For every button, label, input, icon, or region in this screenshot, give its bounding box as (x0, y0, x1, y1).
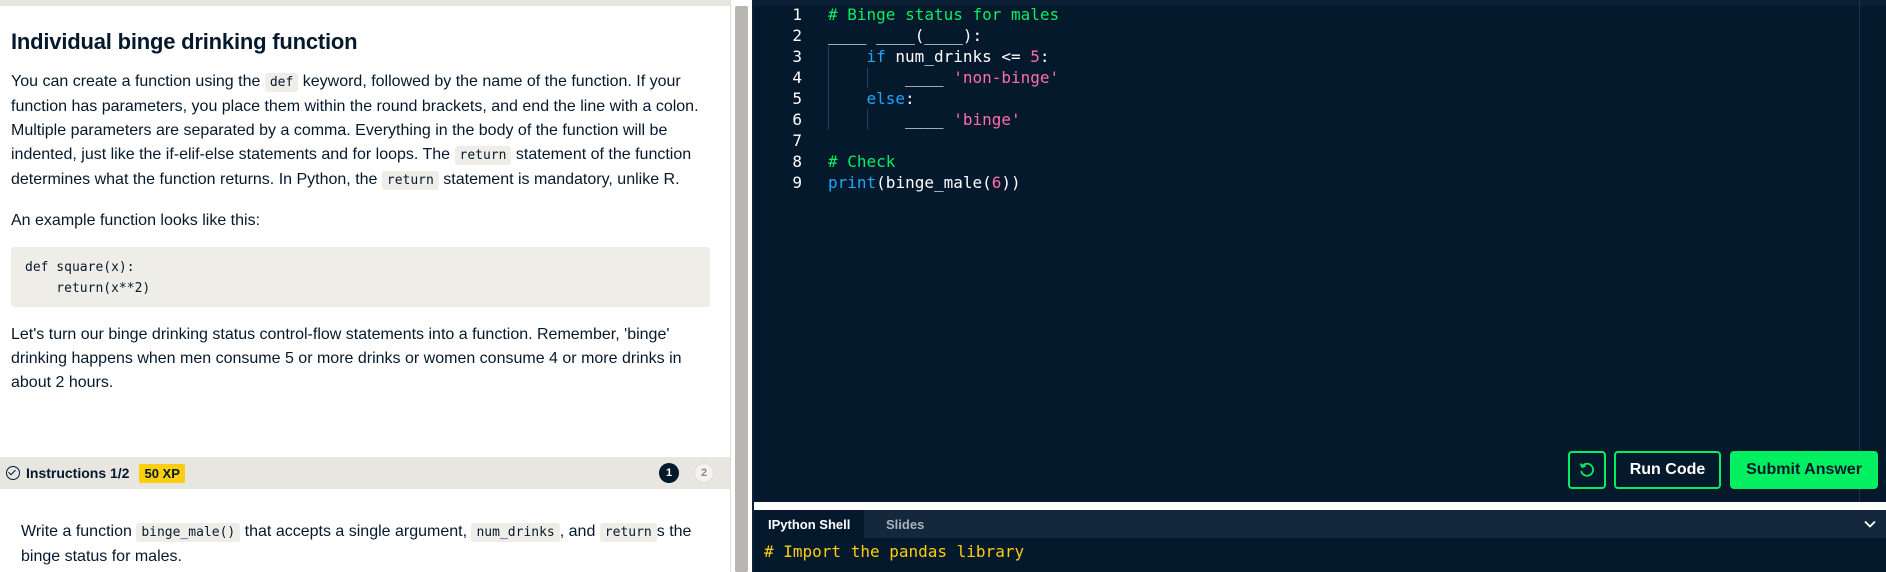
instructions-header: Instructions 1/2 50 XP 1 2 (0, 457, 730, 489)
code-line[interactable]: 4 ____ 'non-binge' (754, 67, 1854, 88)
code-token: ____ (905, 68, 954, 87)
line-number: 9 (792, 173, 802, 192)
scrollbar-thumb[interactable] (735, 6, 748, 572)
code-line[interactable]: 7 (754, 130, 1854, 151)
inline-code: return (599, 523, 657, 542)
code-line-text: # Binge status for males (828, 4, 1059, 25)
code-token: ____ (905, 110, 954, 129)
ipython-shell[interactable]: # Import the pandas library (754, 538, 1886, 572)
code-token: else (866, 89, 906, 108)
instruction-step-1[interactable]: 1 (659, 463, 679, 483)
exercise-title: Individual binge drinking function (11, 29, 358, 54)
code-line-text: ____ 'non-binge' (905, 67, 1059, 88)
code-line-text: if num_drinks <= 5: (867, 46, 1050, 67)
line-number: 1 (792, 5, 802, 24)
line-number: 6 (792, 110, 802, 129)
inline-code: def (264, 73, 299, 92)
exercise-paragraph-1: You can create a function using the def … (11, 70, 711, 193)
panel-top-bar (0, 0, 730, 6)
code-token: num_drinks <= (885, 47, 1031, 66)
code-token: # Check (828, 152, 896, 171)
text-run: statement is mandatory, unlike R. (438, 171, 680, 188)
code-line[interactable]: 1 # Binge status for males (754, 4, 1854, 25)
exercise-scrollbar[interactable] (730, 0, 752, 572)
code-token: # Binge status for males (828, 5, 1060, 24)
code-line[interactable]: 3 if num_drinks <= 5: (754, 46, 1854, 67)
inline-code: binge_male() (136, 523, 241, 542)
line-number: 3 (792, 47, 802, 66)
submit-answer-button[interactable]: Submit Answer (1730, 451, 1878, 489)
code-lines[interactable]: 1 # Binge status for males 2 ____ ____(____… (754, 4, 1854, 193)
check-circle-icon (6, 466, 20, 480)
line-number: 7 (792, 131, 802, 150)
line-number: 5 (792, 89, 802, 108)
inline-code: num_drinks (471, 523, 560, 542)
code-token: 6 (991, 173, 1002, 192)
line-number: 2 (792, 26, 802, 45)
code-line[interactable]: 8 # Check (754, 151, 1854, 172)
code-token: : (1039, 47, 1050, 66)
run-code-button[interactable]: Run Code (1614, 451, 1721, 489)
reset-icon (1579, 462, 1594, 477)
shell-separator (754, 502, 1886, 510)
exercise-paragraph-3: Let's turn our binge drinking status con… (11, 326, 682, 391)
indent-guide (828, 46, 829, 67)
code-token: )) (1001, 173, 1021, 192)
code-token: : (905, 89, 915, 108)
code-line-text: print(binge_male(6)) (828, 172, 1021, 193)
exercise-content: Individual binge drinking function You c… (11, 24, 711, 395)
code-line-text: ____ ____(____): (828, 25, 982, 46)
indent-guide (828, 88, 829, 109)
instructions-label: Instructions 1/2 (26, 465, 130, 481)
text-run: You can create a function using the (11, 73, 265, 90)
collapse-shell-button[interactable] (1854, 510, 1886, 538)
code-token: 'non-binge' (953, 68, 1060, 87)
code-line-text: else: (867, 88, 915, 109)
code-line[interactable]: 6 ____ 'binge' (754, 109, 1854, 130)
text-run: , and (559, 523, 600, 540)
code-line[interactable]: 9 print(binge_male(6)) (754, 172, 1854, 193)
indent-guide (866, 109, 868, 130)
code-token: 'binge' (953, 110, 1021, 129)
indent-guide (828, 67, 829, 88)
tab-ipython-shell[interactable]: IPython Shell (754, 510, 865, 538)
inline-code: return (381, 171, 439, 190)
shell-output-line: # Import the pandas library (764, 542, 1025, 561)
tab-slides[interactable]: Slides (874, 510, 936, 538)
exercise-paragraph-2: An example function looks like this: (11, 212, 261, 229)
instruction-text: Write a function binge_male() that accep… (21, 520, 711, 569)
code-line[interactable]: 5 else: (754, 88, 1854, 109)
code-token: ____ ____(____): (828, 26, 983, 45)
code-token: if (866, 47, 886, 66)
text-run: Write a function (21, 523, 137, 540)
line-number: 8 (792, 152, 802, 171)
code-editor[interactable]: 1 # Binge status for males 2 ____ ____(____… (754, 0, 1886, 502)
shell-tab-bar: IPython Shell Slides (754, 510, 1886, 538)
editor-scrollbar-track (1859, 0, 1860, 502)
indent-guide (866, 67, 868, 88)
code-line[interactable]: 2 ____ ____(____): (754, 25, 1854, 46)
reset-code-button[interactable] (1568, 451, 1606, 489)
example-code-block: def square(x): return(x**2) (11, 247, 710, 307)
xp-badge: 50 XP (139, 463, 185, 483)
code-token: (binge_male( (876, 173, 992, 192)
code-token: 5 (1030, 47, 1040, 66)
instruction-step-2[interactable]: 2 (694, 463, 714, 483)
chevron-down-icon (1864, 520, 1876, 528)
code-line-text: ____ 'binge' (905, 109, 1021, 130)
exercise-panel: Individual binge drinking function You c… (0, 0, 730, 572)
inline-code: return (454, 146, 512, 165)
indent-guide (828, 109, 829, 130)
code-token: print (828, 173, 877, 192)
line-number: 4 (792, 68, 802, 87)
text-run: that accepts a single argument, (240, 523, 472, 540)
code-line-text: # Check (828, 151, 895, 172)
